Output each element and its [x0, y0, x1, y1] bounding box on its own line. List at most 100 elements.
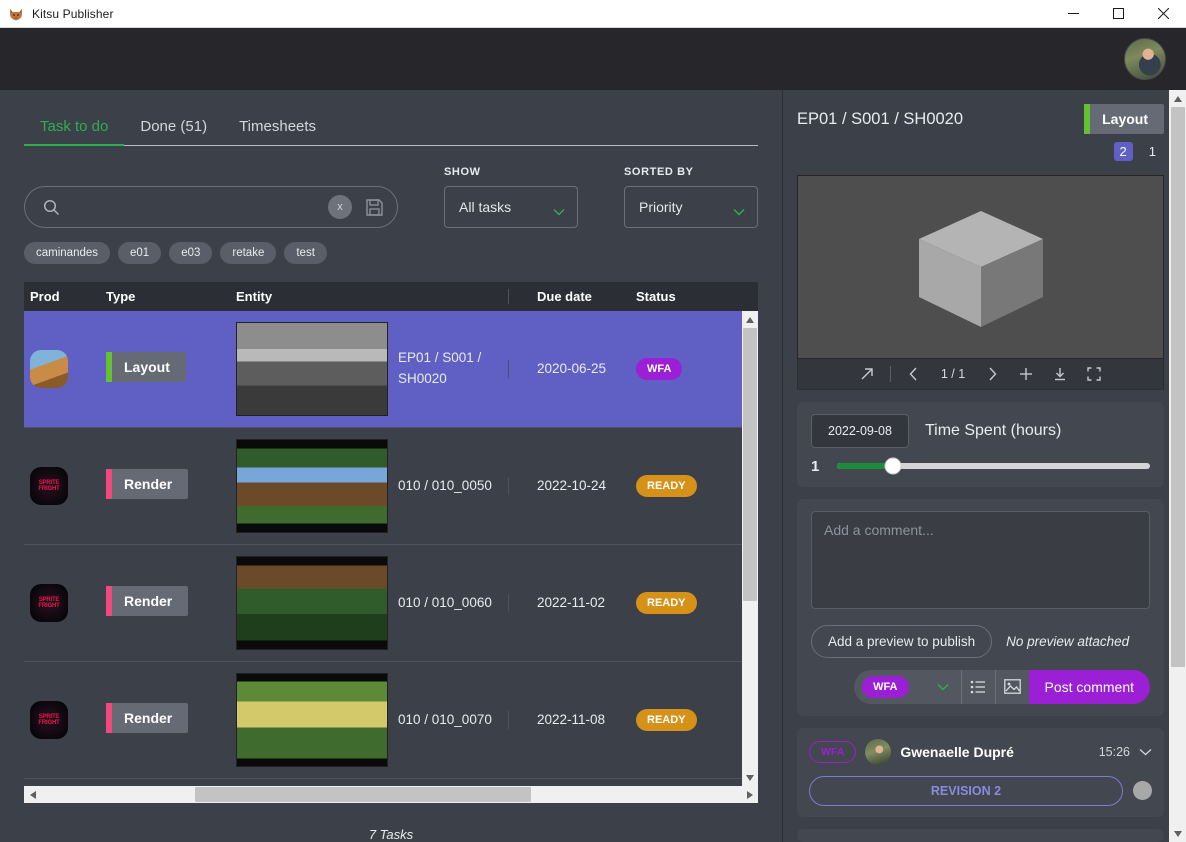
task-type-label: Layout — [124, 358, 170, 375]
table-horizontal-scrollbar[interactable] — [24, 786, 758, 803]
tab-bar: Task to do Done (51) Timesheets — [24, 112, 758, 146]
no-preview-text: No preview attached — [1006, 633, 1130, 649]
minimize-button[interactable] — [1051, 0, 1096, 28]
scroll-down-arrow-icon[interactable] — [742, 769, 758, 786]
tag-chip[interactable]: retake — [220, 242, 277, 264]
scroll-track[interactable] — [742, 328, 758, 769]
plus-icon[interactable] — [1009, 359, 1043, 389]
table-cell-entity: 010 / 010_0050 — [236, 439, 508, 533]
3d-cube-render — [918, 210, 1043, 327]
table-vertical-scrollbar[interactable] — [742, 311, 758, 786]
chevron-left-icon[interactable] — [897, 359, 931, 389]
detail-vertical-scrollbar[interactable] — [1169, 90, 1186, 842]
task-type-color-bar — [106, 702, 112, 733]
preview-viewer[interactable] — [797, 175, 1164, 359]
chevron-down-icon — [733, 203, 745, 216]
search-clear-button[interactable]: x — [328, 195, 352, 219]
version-selector: 2 1 — [797, 142, 1164, 161]
status-badge: READY — [636, 592, 697, 614]
sorted-by-select[interactable]: Priority — [624, 186, 758, 228]
revision-button[interactable]: REVISION 2 — [809, 775, 1123, 806]
version-1[interactable]: 1 — [1143, 142, 1162, 161]
detail-task-type-badge: Layout — [1084, 104, 1164, 134]
scroll-thumb[interactable] — [195, 787, 531, 802]
checklist-icon[interactable] — [960, 669, 995, 704]
external-link-icon[interactable] — [850, 359, 884, 389]
time-spent-slider[interactable] — [837, 457, 1150, 475]
tab-timesheets[interactable]: Timesheets — [223, 112, 332, 146]
entity-thumbnail[interactable] — [236, 556, 388, 650]
tag-chip[interactable]: test — [284, 242, 327, 264]
comment-status-select[interactable]: WFA — [854, 669, 961, 704]
maximize-button[interactable] — [1096, 0, 1141, 28]
entity-thumbnail[interactable] — [236, 322, 388, 416]
scroll-thumb[interactable] — [1170, 107, 1185, 668]
window-title: Kitsu Publisher — [32, 6, 114, 21]
download-icon[interactable] — [1043, 359, 1077, 389]
tag-chip[interactable]: caminandes — [24, 242, 111, 264]
scroll-right-arrow-icon[interactable] — [741, 786, 758, 803]
tag-list: caminandes e01 e03 retake test — [0, 228, 782, 264]
comment-author: Gwenaelle Dupré — [900, 743, 1014, 760]
image-icon[interactable] — [994, 669, 1029, 704]
slider-handle[interactable] — [884, 457, 902, 475]
show-filter-select[interactable]: All tasks — [444, 186, 578, 228]
save-icon[interactable] — [361, 194, 387, 220]
table-row[interactable]: Layout EP01 / S001 / SH0020 2020-06-25 W… — [24, 311, 758, 428]
scroll-up-arrow-icon[interactable] — [1170, 90, 1186, 107]
chevron-right-icon[interactable] — [975, 359, 1009, 389]
entity-thumbnail[interactable] — [236, 439, 388, 533]
column-header-prod: Prod — [30, 289, 60, 304]
user-avatar[interactable] — [1124, 38, 1166, 80]
scroll-track[interactable] — [41, 786, 741, 803]
close-button[interactable] — [1141, 0, 1186, 28]
table-cell-prod: SPRITE FRIGHT — [24, 584, 106, 622]
table-row[interactable]: SPRITE FRIGHT Render 010 / 010_0050 2022-… — [24, 428, 758, 545]
version-2[interactable]: 2 — [1113, 142, 1133, 161]
production-avatar: SPRITE FRIGHT — [30, 584, 68, 622]
entity-label: 010 / 010_0060 — [398, 594, 492, 610]
add-preview-button[interactable]: Add a preview to publish — [811, 624, 993, 658]
tab-done[interactable]: Done (51) — [124, 112, 223, 146]
preview-page-indicator: 1 / 1 — [940, 366, 966, 381]
table-row[interactable]: SPRITE FRIGHT Render 010 / 010_0060 2022-… — [24, 545, 758, 662]
search-input[interactable] — [60, 199, 328, 215]
table-cell-due-date: 2022-10-24 — [508, 477, 636, 495]
scroll-track[interactable] — [1170, 107, 1186, 825]
scroll-up-arrow-icon[interactable] — [742, 311, 758, 328]
production-avatar: SPRITE FRIGHT — [30, 701, 68, 739]
avatar — [865, 738, 892, 765]
task-type-label: Render — [124, 592, 173, 609]
main-body: Task to do Done (51) Timesheets x SHOW A… — [0, 90, 1186, 842]
comment-item: WFA Gwenaelle Dupré 15:26 REVISION 2 — [797, 727, 1164, 817]
tag-chip[interactable]: e03 — [169, 242, 213, 264]
scroll-down-arrow-icon[interactable] — [1170, 825, 1186, 842]
chevron-down-icon — [553, 203, 565, 216]
show-filter-value: All tasks — [459, 199, 512, 215]
table-cell-status: READY — [636, 709, 746, 731]
comment-input[interactable] — [811, 510, 1150, 609]
production-avatar — [30, 350, 68, 388]
tag-chip[interactable]: e01 — [118, 242, 162, 264]
sorted-by-value: Priority — [639, 199, 683, 215]
search-icon — [43, 199, 60, 216]
table-cell-due-date: 2020-06-25 — [508, 360, 636, 378]
chevron-down-icon[interactable] — [1139, 743, 1152, 761]
time-spent-date[interactable]: 2022-09-08 — [811, 413, 909, 448]
fullscreen-icon[interactable] — [1077, 359, 1111, 389]
entity-thumbnail[interactable] — [236, 673, 388, 767]
detail-task-type-label: Layout — [1102, 111, 1148, 127]
table-row[interactable]: SPRITE FRIGHT Render 010 / 010_0070 2022-… — [24, 662, 758, 779]
table-cell-type: Render — [106, 702, 236, 738]
task-type-badge: Render — [106, 585, 189, 616]
entity-label: 010 / 010_0050 — [398, 477, 492, 493]
task-table: Prod Type Entity Due date Status Layout — [24, 282, 758, 786]
scroll-left-arrow-icon[interactable] — [24, 786, 41, 803]
search-box[interactable]: x — [24, 186, 398, 228]
tab-task-to-do[interactable]: Task to do — [24, 112, 125, 146]
entity-label: 010 / 010_0070 — [398, 711, 492, 727]
table-cell-due-date: 2022-11-02 — [508, 594, 636, 612]
task-list-panel: Task to do Done (51) Timesheets x SHOW A… — [0, 90, 782, 842]
scroll-thumb[interactable] — [743, 328, 757, 602]
post-comment-button[interactable]: Post comment — [1028, 669, 1150, 704]
